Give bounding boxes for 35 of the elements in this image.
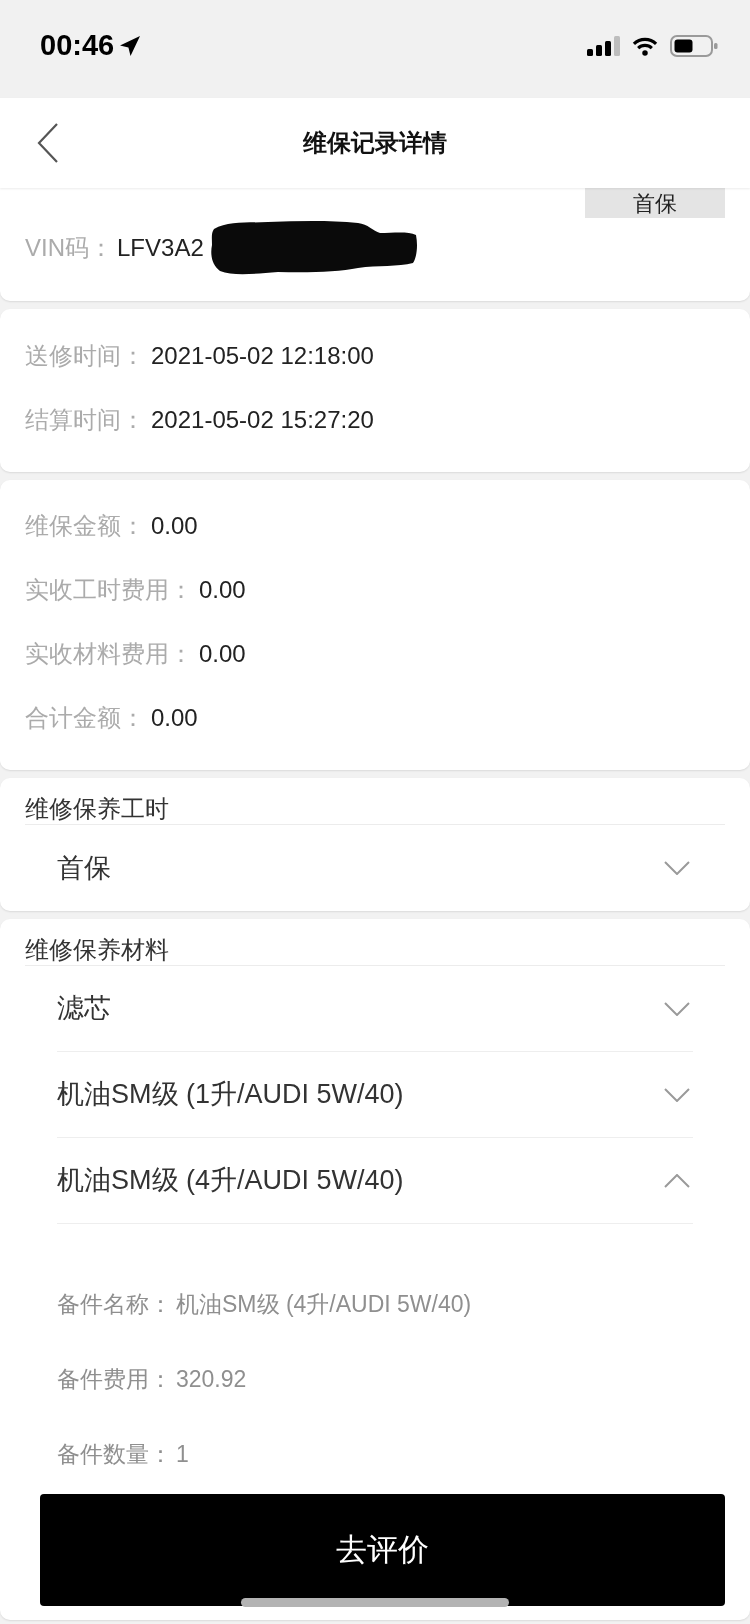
field-value: 0.00: [199, 639, 246, 669]
location-arrow-icon: [120, 36, 141, 56]
accordion-item[interactable]: 机油SM级 (1升/AUDI 5W/40): [57, 1052, 693, 1138]
detail-value: 1: [176, 1440, 189, 1470]
service-badge: 首保: [585, 188, 725, 218]
battery-icon: [670, 35, 718, 57]
field-label: VIN码：: [25, 233, 113, 263]
signal-icon: [587, 36, 620, 56]
field-value: 2021-05-02 12:18:00: [151, 341, 374, 371]
field-label: 结算时间：: [25, 405, 145, 435]
field-value: 0.00: [151, 703, 198, 733]
back-icon: [37, 123, 59, 163]
section-title: 维修保养材料: [25, 935, 169, 965]
field-label: 实收工时费用：: [25, 575, 193, 605]
field-value: LFV3A2: [117, 233, 204, 263]
review-button[interactable]: 去评价: [40, 1494, 725, 1606]
accordion-item[interactable]: 首保: [57, 825, 693, 911]
section-title: 维修保养工时: [25, 794, 169, 824]
accordion-item[interactable]: 机油SM级 (4升/AUDI 5W/40): [57, 1138, 693, 1224]
field-label: 维保金额：: [25, 511, 145, 541]
field-value: 0.00: [199, 575, 246, 605]
field-value: 0.00: [151, 511, 198, 541]
detail-value: 320.92: [176, 1365, 247, 1395]
status-time: 00:46: [40, 28, 115, 64]
accordion-item[interactable]: 滤芯: [57, 966, 693, 1052]
field-label: 实收材料费用：: [25, 639, 193, 669]
field-value: 2021-05-02 15:27:20: [151, 405, 374, 435]
page-title: 维保记录详情: [302, 128, 448, 158]
wifi-icon: [632, 36, 658, 56]
detail-label: 备件数量：: [57, 1440, 172, 1470]
detail-label: 备件费用：: [57, 1365, 172, 1395]
detail-value: 机油SM级 (4升/AUDI 5W/40): [176, 1290, 472, 1320]
detail-label: 备件名称：: [57, 1290, 172, 1320]
field-label: 合计金额：: [25, 703, 145, 733]
field-label: 送修时间：: [25, 341, 145, 371]
